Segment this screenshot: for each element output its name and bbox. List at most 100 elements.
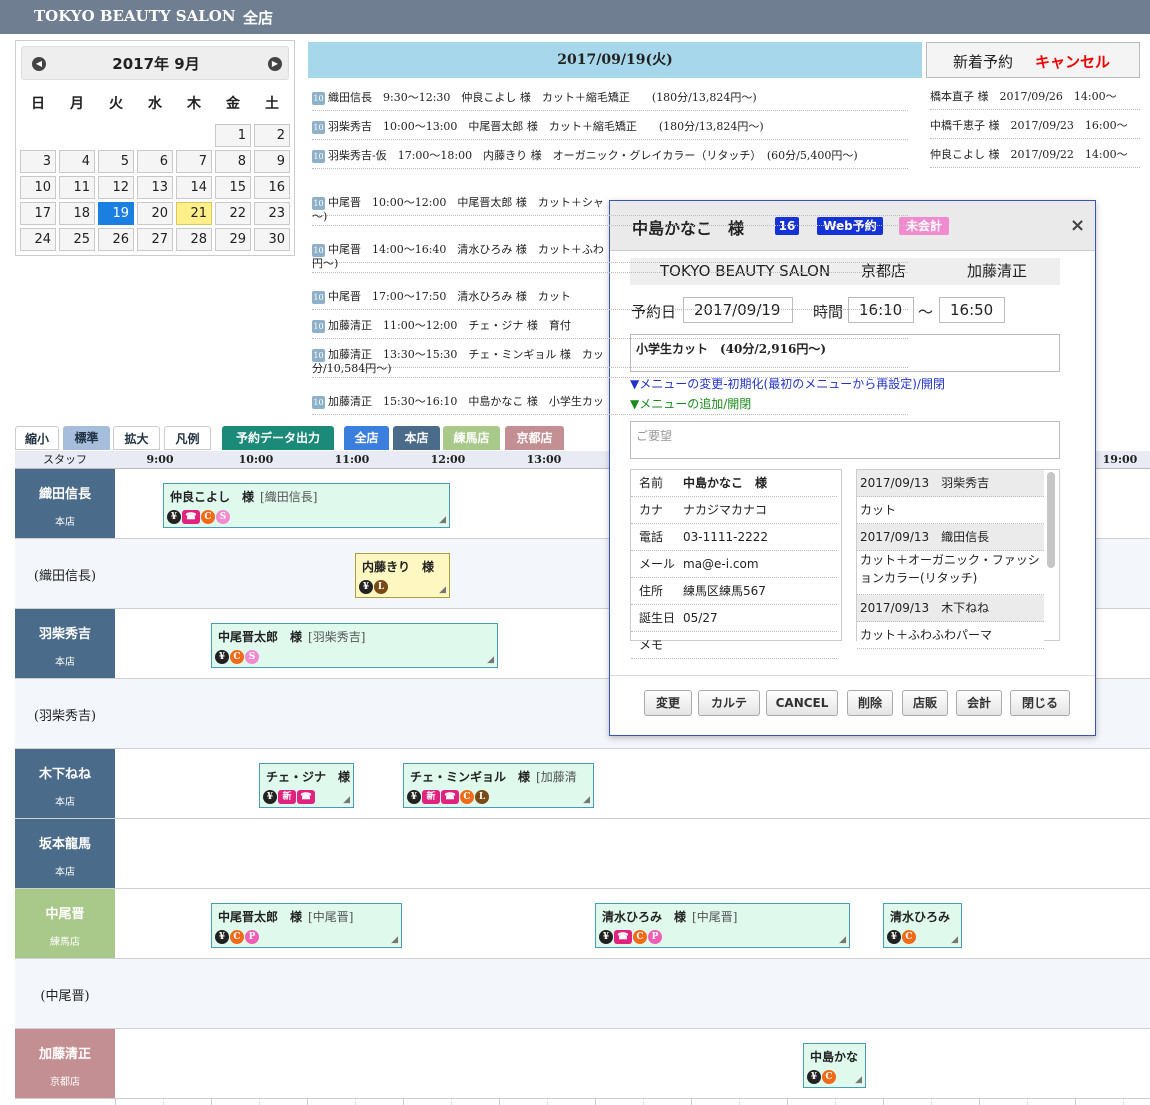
calendar-day[interactable]: 11 bbox=[59, 176, 95, 199]
calendar-day[interactable]: 5 bbox=[98, 150, 134, 173]
calendar-day[interactable]: 12 bbox=[98, 176, 134, 199]
calendar-day[interactable]: 20 bbox=[137, 202, 173, 225]
calendar-day[interactable]: 28 bbox=[176, 228, 212, 251]
zoom-standard-button[interactable]: 標準 bbox=[63, 426, 110, 450]
zoom-out-button[interactable]: 縮小 bbox=[15, 426, 59, 450]
history-entry: 2017/09/13 木下ねね bbox=[857, 595, 1044, 622]
tab-new-bookings[interactable]: 新着予約 bbox=[953, 51, 1013, 72]
export-button[interactable]: 予約データ出力 bbox=[222, 426, 334, 450]
calendar-day[interactable]: 16 bbox=[254, 176, 290, 199]
history-scrollbar[interactable] bbox=[1047, 472, 1055, 568]
calendar-day[interactable]: 17 bbox=[20, 202, 56, 225]
modal-button-1[interactable]: カルテ bbox=[698, 690, 760, 716]
appointment-block[interactable]: 中島かな ¥ C ◢ bbox=[803, 1043, 866, 1088]
tab-cancellations[interactable]: キャンセル bbox=[1035, 51, 1110, 72]
calendar-day[interactable]: 13 bbox=[137, 176, 173, 199]
zoom-in-button[interactable]: 拡大 bbox=[113, 426, 160, 450]
customer-info-row: メール ma@e-i.com bbox=[631, 551, 837, 578]
staff-name: (織田信長) bbox=[33, 569, 97, 584]
new-booking-item[interactable]: 仲良こよし 様 2017/09/22 14:00〜 bbox=[930, 142, 1140, 168]
resize-handle-icon[interactable]: ◢ bbox=[839, 935, 846, 945]
calendar-day[interactable]: 1 bbox=[215, 124, 251, 147]
info-key: カナ bbox=[639, 503, 664, 517]
history-entry: カット bbox=[857, 497, 1044, 524]
end-time-input[interactable]: 16:50 bbox=[939, 297, 1005, 323]
calendar-day[interactable]: 9 bbox=[254, 150, 290, 173]
filter-honten[interactable]: 本店 bbox=[393, 426, 440, 450]
info-value: 03-1111-2222 bbox=[683, 530, 769, 544]
staff-name: (中尾晋) bbox=[40, 989, 90, 1004]
appointment-staff: [中尾晋] bbox=[308, 910, 354, 924]
calendar-day[interactable]: 26 bbox=[98, 228, 134, 251]
filter-all-stores[interactable]: 全店 bbox=[344, 426, 389, 450]
resize-handle-icon[interactable]: ◢ bbox=[391, 935, 398, 945]
hour-label: 10:00 bbox=[238, 453, 274, 466]
modal-button-0[interactable]: 変更 bbox=[644, 690, 692, 716]
appointment-block[interactable]: 中尾晋太郎 様 [中尾晋] ¥ C P ◢ bbox=[211, 903, 402, 948]
calendar-day[interactable]: 10 bbox=[20, 176, 56, 199]
modal-button-5[interactable]: 会計 bbox=[956, 690, 1002, 716]
legend-button[interactable]: 凡例 bbox=[164, 426, 211, 450]
info-key: 誕生日 bbox=[639, 611, 676, 625]
calendar-day[interactable]: 29 bbox=[215, 228, 251, 251]
calendar-day[interactable]: 2 bbox=[254, 124, 290, 147]
appointment-customer: 清水ひろみ 様 bbox=[602, 910, 687, 924]
reservation-item[interactable]: 10 中尾晋 17:00〜17:50 清水ひろみ 様 カット bbox=[312, 284, 908, 310]
calendar-day[interactable]: 21 bbox=[176, 202, 212, 225]
resize-handle-icon[interactable]: ◢ bbox=[439, 585, 446, 595]
calendar-day[interactable]: 6 bbox=[137, 150, 173, 173]
calendar-day[interactable]: 7 bbox=[176, 150, 212, 173]
calendar-day[interactable]: 23 bbox=[254, 202, 290, 225]
calendar-day[interactable]: 27 bbox=[137, 228, 173, 251]
new-booking-item[interactable]: 中橋千恵子 様 2017/09/23 16:00〜 bbox=[930, 113, 1140, 139]
yen-icon: ¥ bbox=[215, 929, 229, 944]
modal-button-4[interactable]: 店販 bbox=[902, 690, 948, 716]
calendar-day[interactable]: 18 bbox=[59, 202, 95, 225]
appointment-block[interactable]: チェ・ジナ 様 ¥ 新 ☎ ◢ bbox=[259, 763, 354, 808]
reservation-item[interactable]: 10 羽柴秀吉-仮 17:00〜18:00 内藤きり 様 オーガニック・グレイカラ… bbox=[312, 143, 908, 169]
resize-handle-icon[interactable]: ◢ bbox=[343, 795, 350, 805]
appointment-block[interactable]: 仲良こよし 様 [織田信長] ¥ ☎ C S ◢ bbox=[163, 483, 450, 528]
appointment-block[interactable]: 清水ひろみ ¥ C ◢ bbox=[883, 903, 962, 948]
calendar-day[interactable]: 19 bbox=[98, 202, 134, 225]
resize-handle-icon[interactable]: ◢ bbox=[439, 515, 446, 525]
resize-handle-icon[interactable]: ◢ bbox=[951, 935, 958, 945]
resize-handle-icon[interactable]: ◢ bbox=[583, 795, 590, 805]
reservation-item[interactable]: 10 加藤清正 15:30〜16:10 中島かなこ 様 小学生カッ bbox=[312, 389, 908, 415]
c-icon: C bbox=[460, 789, 474, 804]
appointment-block[interactable]: 清水ひろみ 様 [中尾晋] ¥ ☎ C P ◢ bbox=[595, 903, 850, 948]
appointment-block[interactable]: 中尾晋太郎 様 [羽柴秀吉] ¥ C S ◢ bbox=[211, 623, 498, 668]
filter-kyoto[interactable]: 京都店 bbox=[505, 426, 564, 450]
calendar-day[interactable]: 14 bbox=[176, 176, 212, 199]
appointment-block[interactable]: 内藤きり 様 ¥ L ◢ bbox=[355, 553, 450, 598]
calendar-day[interactable]: 8 bbox=[215, 150, 251, 173]
request-textarea[interactable]: ご要望 bbox=[630, 421, 1060, 459]
modal-button-3[interactable]: 削除 bbox=[847, 690, 893, 716]
reservation-item[interactable]: 分/10,584円〜) bbox=[312, 360, 908, 378]
appointment-block[interactable]: チェ・ミンギョル 様 [加藤清 ¥ 新 ☎ C L ◢ bbox=[403, 763, 594, 808]
reservation-item[interactable]: 円〜) bbox=[312, 255, 908, 273]
next-month-icon[interactable]: ▶ bbox=[268, 57, 282, 71]
count-badge: 10 bbox=[312, 395, 325, 409]
calendar-day[interactable]: 3 bbox=[20, 150, 56, 173]
calendar-day[interactable]: 30 bbox=[254, 228, 290, 251]
filter-nerima[interactable]: 練馬店 bbox=[443, 426, 500, 450]
resize-handle-icon[interactable]: ◢ bbox=[855, 1075, 862, 1085]
calendar-day[interactable]: 15 bbox=[215, 176, 251, 199]
reservation-item[interactable]: 10 織田信長 9:30〜12:30 仲良こよし 様 カット＋縮毛矯正 (180分… bbox=[312, 85, 908, 111]
staff-row: 加藤清正 京都店 bbox=[15, 1029, 1150, 1099]
reservation-text: 羽柴秀吉 10:00〜13:00 中尾晋太郎 様 カット＋縮毛矯正 (180分/… bbox=[328, 120, 764, 133]
reservation-item[interactable]: 10 羽柴秀吉 10:00〜13:00 中尾晋太郎 様 カット＋縮毛矯正 (180… bbox=[312, 114, 908, 140]
reservation-item[interactable]: 〜) bbox=[312, 208, 908, 226]
reservation-item[interactable]: 10 加藤清正 11:00〜12:00 チェ・ジナ 様 育付 bbox=[312, 313, 908, 339]
new-booking-item[interactable]: 橋本直子 様 2017/09/26 14:00〜 bbox=[930, 84, 1140, 110]
calendar-day[interactable]: 24 bbox=[20, 228, 56, 251]
calendar-day[interactable]: 25 bbox=[59, 228, 95, 251]
resize-handle-icon[interactable]: ◢ bbox=[487, 655, 494, 665]
calendar-day[interactable]: 4 bbox=[59, 150, 95, 173]
close-icon[interactable]: × bbox=[1070, 215, 1085, 236]
modal-button-2[interactable]: CANCEL bbox=[766, 690, 838, 716]
yen-icon: ¥ bbox=[887, 929, 901, 944]
calendar-day[interactable]: 22 bbox=[215, 202, 251, 225]
modal-button-6[interactable]: 閉じる bbox=[1010, 690, 1070, 716]
